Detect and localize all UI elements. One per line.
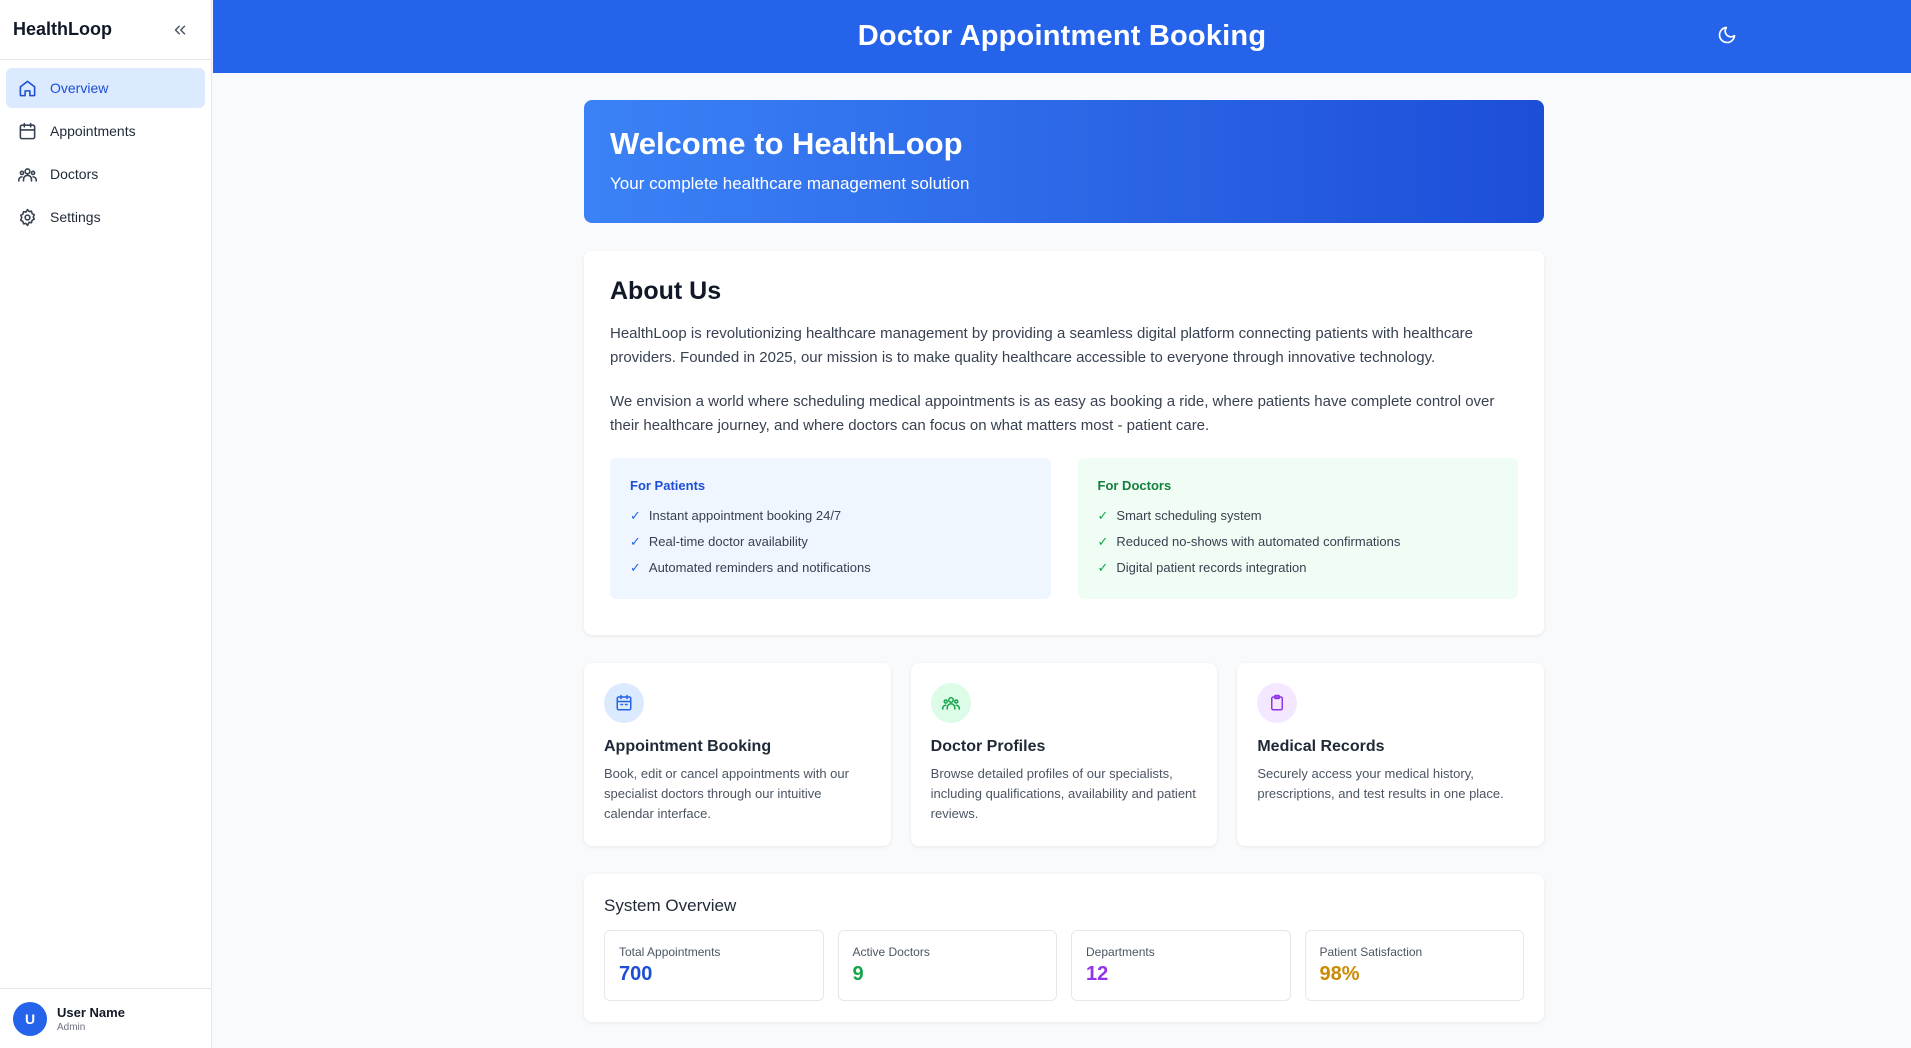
sidebar-item-label: Overview	[50, 80, 109, 96]
list-item: ✓ Real-time doctor availability	[630, 529, 1031, 555]
users-icon	[930, 683, 971, 723]
user-role: Admin	[57, 1021, 86, 1033]
list-item-text: Automated reminders and notifications	[648, 560, 871, 575]
list-item-text: Digital patient records integration	[1116, 560, 1307, 575]
feature-card-doctor-profiles[interactable]: Doctor Profiles Browse detailed profiles…	[910, 663, 1218, 846]
stat-label: Departments	[1086, 945, 1155, 959]
welcome-subtitle: Your complete healthcare management solu…	[610, 174, 970, 193]
list-item: ✓ Reduced no-shows with automated confirm…	[1098, 529, 1499, 555]
list-item-text: Real-time doctor availability	[648, 534, 808, 549]
overview-title: System Overview	[604, 896, 737, 915]
stat-value: 9	[852, 963, 864, 985]
sidebar-item-label: Appointments	[50, 123, 136, 139]
stat-total-appointments: Total Appointments 700	[604, 930, 824, 1001]
welcome-banner: Welcome to HealthLoop Your complete heal…	[584, 100, 1544, 223]
sidebar-item-settings[interactable]: Settings	[6, 197, 205, 237]
stat-active-doctors: Active Doctors 9	[837, 930, 1057, 1001]
stat-label: Total Appointments	[619, 945, 721, 959]
sidebar-item-label: Settings	[50, 209, 101, 225]
about-paragraph: HealthLoop is revolutionizing healthcare…	[610, 325, 1473, 366]
audience-benefits: For Patients ✓ Instant appointment bookin…	[610, 458, 1518, 599]
check-icon: ✓	[1097, 560, 1109, 575]
for-doctors-box: For Doctors ✓ Smart scheduling system ✓ Re…	[1077, 458, 1518, 599]
feature-card-medical-records[interactable]: Medical Records Securely access your med…	[1237, 663, 1545, 846]
list-item: ✓ Smart scheduling system	[1098, 503, 1499, 529]
sidebar-item-label: Doctors	[50, 166, 99, 182]
feature-title: Medical Records	[1257, 738, 1385, 755]
collapse-sidebar-button[interactable]	[169, 19, 191, 41]
users-icon	[18, 164, 38, 184]
feature-description: Book, edit or cancel appointments with o…	[604, 766, 849, 821]
check-icon: ✓	[630, 560, 641, 575]
system-overview: System Overview Total Appointments 700 A…	[584, 874, 1544, 1022]
user-profile[interactable]: U User Name Admin	[0, 988, 212, 1048]
about-paragraph: We envision a world where scheduling med…	[610, 393, 1495, 434]
check-icon: ✓	[1097, 534, 1109, 549]
calendar-icon	[604, 683, 644, 723]
sidebar: HealthLoop Overview Appointments Doctors	[0, 0, 212, 1048]
avatar: U	[13, 1001, 47, 1036]
check-icon: ✓	[1097, 508, 1109, 523]
sidebar-nav: Overview Appointments Doctors Settings	[0, 60, 211, 248]
check-icon: ✓	[630, 508, 641, 523]
feature-description: Browse detailed profiles of our speciali…	[930, 766, 1196, 821]
about-title: About Us	[610, 277, 722, 305]
list-item-text: Reduced no-shows with automated confirma…	[1116, 534, 1401, 549]
sidebar-header: HealthLoop	[0, 0, 211, 60]
stat-departments: Departments 12	[1071, 930, 1291, 1001]
sidebar-item-appointments[interactable]: Appointments	[6, 111, 205, 151]
list-item: ✓ Instant appointment booking 24/7	[630, 503, 1031, 529]
about-section: About Us HealthLoop is revolutionizing h…	[584, 251, 1544, 635]
theme-toggle-button[interactable]	[1717, 25, 1739, 47]
page-title: Doctor Appointment Booking	[857, 20, 1267, 52]
calendar-icon	[18, 121, 38, 141]
for-doctors-title: For Doctors	[1097, 478, 1172, 493]
feature-title: Doctor Profiles	[930, 738, 1046, 755]
main-content: Welcome to HealthLoop Your complete heal…	[584, 100, 1545, 1022]
stat-value: 700	[619, 963, 653, 985]
home-icon	[18, 78, 38, 98]
welcome-title: Welcome to HealthLoop	[610, 126, 963, 161]
clipboard-icon	[1257, 683, 1298, 723]
gear-icon	[18, 207, 38, 227]
sidebar-item-overview[interactable]: Overview	[6, 68, 205, 108]
for-patients-box: For Patients ✓ Instant appointment bookin…	[610, 458, 1051, 599]
chevrons-left-icon	[174, 25, 186, 34]
stat-label: Active Doctors	[852, 945, 930, 959]
stat-patient-satisfaction: Patient Satisfaction 98%	[1304, 930, 1524, 1001]
brand-name: HealthLoop	[13, 19, 112, 39]
top-header: Doctor Appointment Booking	[213, 0, 1911, 73]
list-item-text: Smart scheduling system	[1116, 508, 1262, 523]
stat-label: Patient Satisfaction	[1319, 945, 1423, 959]
list-item: ✓ Automated reminders and notifications	[630, 555, 1031, 581]
moon-icon	[1718, 26, 1736, 44]
user-name: User Name	[57, 1004, 125, 1020]
sidebar-item-doctors[interactable]: Doctors	[6, 154, 205, 194]
stat-value: 12	[1086, 963, 1109, 985]
feature-description: Securely access your medical history, pr…	[1257, 766, 1504, 801]
list-item: ✓ Digital patient records integration	[1098, 555, 1499, 581]
check-icon: ✓	[630, 534, 641, 549]
feature-card-appointment-booking[interactable]: Appointment Booking Book, edit or cancel…	[584, 663, 891, 846]
list-item-text: Instant appointment booking 24/7	[648, 508, 842, 523]
for-patients-title: For Patients	[630, 478, 706, 493]
stat-value: 98%	[1319, 963, 1360, 985]
feature-title: Appointment Booking	[604, 738, 772, 755]
feature-tiles: Appointment Booking Book, edit or cancel…	[584, 663, 1545, 846]
stats-row: Total Appointments 700 Active Doctors 9 …	[604, 930, 1524, 1001]
